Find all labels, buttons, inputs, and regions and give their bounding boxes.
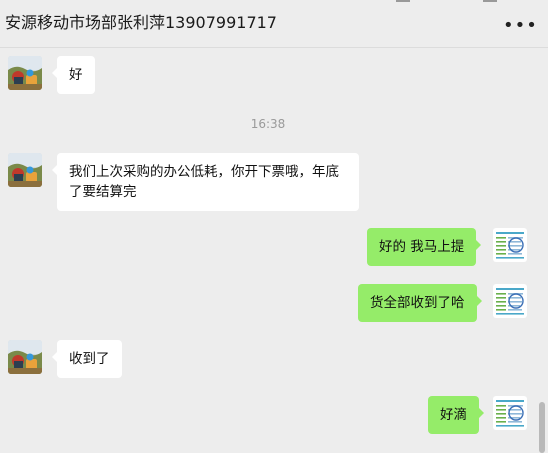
chat-header: 安源移动市场部张利萍13907991717 ••• — [0, 0, 548, 48]
contact-avatar[interactable] — [8, 153, 42, 187]
contact-avatar[interactable] — [8, 56, 42, 90]
document-thumbnail-icon — [493, 284, 527, 318]
message-list[interactable]: 好 16:38 我们上次采购的办公低耗，你开下票哦，年底 了要结算完 好的 我马… — [0, 48, 548, 453]
self-avatar[interactable] — [493, 284, 527, 318]
message-bubble-sent[interactable]: 好滴 — [428, 396, 484, 434]
message-bubble-received[interactable]: 收到了 — [52, 340, 122, 378]
landscape-photo-icon — [8, 153, 42, 187]
more-options-button[interactable]: ••• — [503, 15, 538, 36]
message-bubble-received[interactable]: 好 — [52, 56, 95, 94]
self-avatar[interactable] — [493, 396, 527, 430]
message-bubble-sent[interactable]: 货全部收到了哈 — [358, 284, 481, 322]
window-control-hint — [396, 0, 410, 2]
message-timestamp: 16:38 — [250, 117, 286, 131]
message-bubble-sent[interactable]: 好的 我马上提 — [367, 228, 482, 266]
message-line: 我们上次采购的办公低耗，你开下票哦，年底 — [69, 164, 339, 180]
landscape-photo-icon — [8, 340, 42, 374]
landscape-photo-icon — [8, 56, 42, 90]
self-avatar[interactable] — [493, 228, 527, 262]
document-thumbnail-icon — [493, 228, 527, 262]
chat-title: 安源移动市场部张利萍13907991717 — [5, 13, 277, 32]
message-line: 了要结算完 — [69, 184, 137, 200]
contact-avatar[interactable] — [8, 340, 42, 374]
document-thumbnail-icon — [493, 396, 527, 430]
scrollbar-thumb[interactable] — [539, 402, 545, 453]
message-bubble-received[interactable]: 我们上次采购的办公低耗，你开下票哦，年底 了要结算完 — [52, 153, 359, 211]
window-control-hint — [483, 0, 497, 2]
